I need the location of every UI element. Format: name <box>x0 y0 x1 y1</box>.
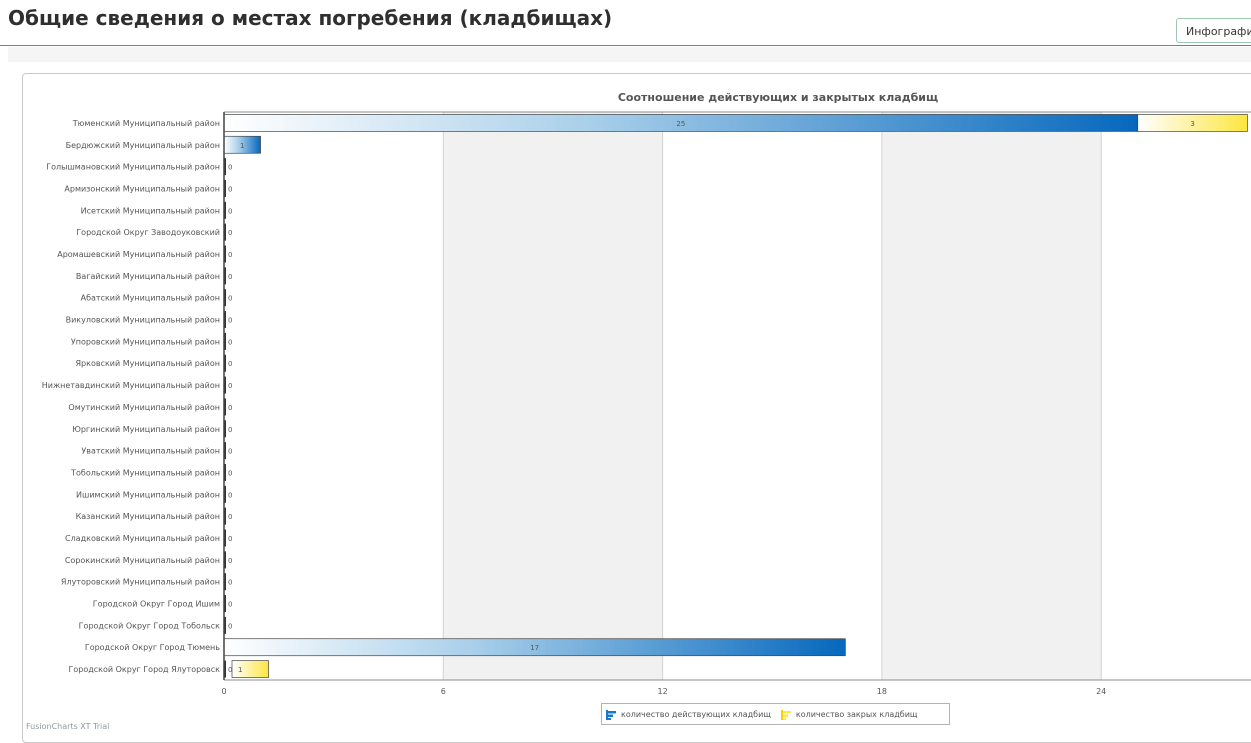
x-tick-label: 24 <box>1096 687 1106 696</box>
y-category-label: Ялуторовский Муниципальный район <box>61 578 220 587</box>
bar-value-label: 0 <box>228 273 232 281</box>
y-category-label: Сорокинский Муниципальный район <box>65 556 220 565</box>
bar-value-label: 0 <box>228 295 232 303</box>
bar-value-label: 0 <box>228 338 232 346</box>
y-category-label: Городской Округ Город Ишим <box>93 600 220 609</box>
y-category-label: Нижнетавдинский Муниципальный район <box>42 381 220 390</box>
y-category-label: Ишимский Муниципальный район <box>76 490 220 499</box>
bar-value-label: 0 <box>228 448 232 456</box>
bar-value-label: 0 <box>228 164 232 172</box>
y-category-label: Ярковский Муниципальный район <box>75 359 220 368</box>
legend-item-active[interactable]: количество действующих кладбищ <box>606 705 771 724</box>
grid-band <box>1101 112 1251 680</box>
bar-value-label: 0 <box>228 382 232 390</box>
y-category-label: Тобольский Муниципальный район <box>70 468 220 477</box>
legend-label: количество действующих кладбищ <box>621 709 771 719</box>
blue-bar-icon <box>606 705 618 724</box>
bar-value-label: 0 <box>228 622 232 630</box>
bar-value-label: 0 <box>228 317 232 325</box>
y-category-label: Юргинский Муниципальный район <box>72 425 220 434</box>
x-tick-label: 18 <box>877 687 887 696</box>
y-category-label: Городской Округ Город Тюмень <box>85 643 220 652</box>
y-category-label: Викуловский Муниципальный район <box>66 316 220 325</box>
bar-value-label: 0 <box>228 404 232 412</box>
grid-band <box>443 112 663 680</box>
bar-value-label: 0 <box>228 513 232 521</box>
x-tick-label: 0 <box>221 687 226 696</box>
y-category-label: Городской Округ Город Ялуторовск <box>68 665 220 674</box>
bar-value-label: 0 <box>228 185 232 193</box>
y-category-label: Упоровский Муниципальный район <box>71 337 220 346</box>
y-category-label: Городской Округ Заводоуковский <box>76 228 220 237</box>
y-category-label: Тюменский Муниципальный район <box>72 119 220 128</box>
bar-value-label: 1 <box>238 666 242 674</box>
bar-value-label: 0 <box>228 491 232 499</box>
chart-title: Соотношение действующих и закрытых кладб… <box>618 91 938 104</box>
bar-value-label: 0 <box>228 360 232 368</box>
legend-label: количество закрых кладбищ <box>795 709 918 719</box>
y-category-label: Исетский Муниципальный район <box>81 206 220 215</box>
bar-value-label: 0 <box>228 579 232 587</box>
bar-value-label: 0 <box>228 666 232 674</box>
bar-value-label: 0 <box>228 426 232 434</box>
legend-item-closed[interactable]: количество закрых кладбищ <box>780 705 918 724</box>
chart-legend: количество действующих кладбищ количеств… <box>601 703 950 725</box>
bar-value-label: 0 <box>228 251 232 259</box>
y-category-label: Бердюжский Муниципальный район <box>66 141 220 150</box>
y-category-label: Уватский Муниципальный район <box>81 447 220 456</box>
bar-value-label: 0 <box>228 535 232 543</box>
bar-value-label: 0 <box>228 229 232 237</box>
y-category-label: Городской Округ Город Тобольск <box>79 621 220 630</box>
bar-value-label: 0 <box>228 601 232 609</box>
watermark: FusionCharts XT Trial <box>26 722 110 731</box>
grid-band <box>881 112 1102 680</box>
yellow-bar-icon <box>780 705 793 724</box>
bar-value-label: 0 <box>228 469 232 477</box>
x-tick-label: 6 <box>441 687 446 696</box>
y-category-label: Голышмановский Муниципальный район <box>46 163 220 172</box>
grid-band <box>662 112 882 680</box>
bar-value-label: 17 <box>530 644 539 652</box>
y-category-label: Армизонский Муниципальный район <box>64 184 220 193</box>
y-category-label: Сладковский Муниципальный район <box>65 534 220 543</box>
bar-value-label: 0 <box>228 207 232 215</box>
x-tick-label: 12 <box>658 687 668 696</box>
y-category-label: Вагайский Муниципальный район <box>76 272 220 281</box>
bar-value-label: 0 <box>228 557 232 565</box>
y-category-label: Омутинский Муниципальный район <box>68 403 220 412</box>
bar-value-label: 25 <box>676 120 685 128</box>
y-category-label: Казанский Муниципальный район <box>76 512 220 521</box>
y-category-label: Абатский Муниципальный район <box>81 294 220 303</box>
grid-band <box>224 112 444 680</box>
y-category-label: Аромашевский Муниципальный район <box>57 250 220 259</box>
bar-chart: 0 6 12 18 24 Тюменский Муниципальный район 25 3… <box>42 91 1251 696</box>
bar-value-label: 3 <box>1190 120 1194 128</box>
bar-value-label: 1 <box>240 142 244 150</box>
